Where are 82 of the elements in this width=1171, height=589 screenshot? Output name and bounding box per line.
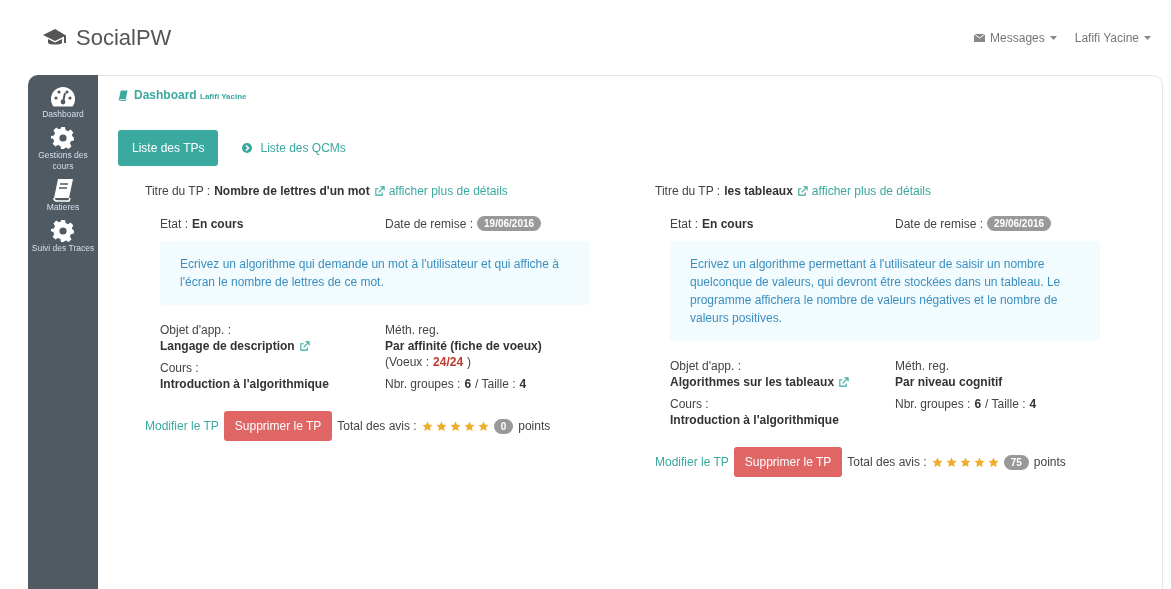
sidebar-item[interactable]: Dashboard: [31, 85, 95, 121]
objet-label: Objet d'app. :: [160, 323, 232, 337]
tab[interactable]: Liste des QCMs: [228, 130, 360, 166]
voeux-label: (Voeux :: [385, 355, 430, 369]
messages-menu[interactable]: Messages: [974, 30, 1057, 45]
modify-link[interactable]: Modifier le TP: [145, 419, 219, 433]
etat-value: En cours: [192, 216, 244, 231]
meth-label: Méth. reg.: [895, 359, 951, 373]
avis-label: Total des avis :: [337, 419, 417, 433]
star-icon: [463, 420, 475, 432]
external-link-icon[interactable]: [838, 376, 850, 388]
date-label: Date de remise :: [895, 216, 984, 231]
taille-value: 4: [1029, 397, 1037, 411]
breadcrumb-title: Dashboard Lafifi Yacine: [134, 88, 247, 102]
user-menu[interactable]: Lafifi Yacine: [1074, 30, 1151, 45]
star-icon: [973, 456, 985, 468]
gauge-icon: [50, 85, 76, 109]
star-icon: [421, 420, 433, 432]
points-badge: 75: [1003, 454, 1029, 470]
brand-name[interactable]: SocialPW: [76, 24, 172, 51]
chevron-circle-icon: [242, 143, 253, 153]
objet-value: Algorithmes sur les tableaux: [670, 375, 835, 389]
meth-value: Par niveau cognitif: [895, 375, 1004, 389]
star-icon: [449, 420, 461, 432]
tp-title: Nombre de lettres d'un mot: [214, 184, 370, 198]
delete-button[interactable]: Supprimer le TP: [223, 411, 333, 441]
cours-value: Introduction à l'algorithmique: [670, 413, 840, 427]
objet-label: Objet d'app. :: [670, 359, 742, 373]
details-link[interactable]: afficher plus de détails: [811, 184, 932, 198]
cours-value: Introduction à l'algorithmique: [160, 377, 330, 391]
delete-button[interactable]: Supprimer le TP: [733, 447, 843, 477]
tp-title: les tableaux: [724, 184, 793, 198]
details-link[interactable]: afficher plus de détails: [388, 184, 508, 198]
objet-value: Langage de description: [160, 339, 295, 353]
date-label: Date de remise :: [385, 216, 474, 231]
title-label: Titre du TP :: [145, 184, 211, 198]
caret-icon: [1049, 35, 1057, 40]
modify-link[interactable]: Modifier le TP: [655, 455, 729, 469]
book-icon: [118, 89, 128, 101]
voeux-end: ): [467, 355, 472, 369]
cours-label: Cours :: [160, 361, 200, 375]
date-badge: 29/06/2016: [987, 216, 1052, 231]
book-icon: [52, 178, 74, 203]
voeux-value: 24/24: [433, 355, 464, 369]
envelope-icon: [974, 33, 986, 42]
points-badge: 0: [493, 418, 514, 434]
etat-label: Etat :: [160, 216, 188, 231]
caret-icon: [1144, 35, 1151, 40]
star-icon: [987, 456, 999, 468]
sidebar-item[interactable]: Suivi des Traces: [31, 219, 95, 255]
etat-value: En cours: [702, 216, 754, 231]
groupes-value: 6: [974, 397, 982, 411]
taille-value: 4: [519, 377, 527, 391]
title-label: Titre du TP :: [655, 184, 721, 198]
description-text: Ecrivez un algorithme qui demande un mot à l'utilisateur et qui affiche à l'écran le nombre de lettres de ce mot.: [160, 241, 590, 305]
groupes-label: Nbr. groupes :: [895, 397, 971, 411]
etat-label: Etat :: [670, 216, 698, 231]
groupes-label: Nbr. groupes :: [385, 377, 461, 391]
groupes-value: 6: [464, 377, 472, 391]
cours-label: Cours :: [670, 397, 710, 411]
star-icon: [435, 420, 447, 432]
tab[interactable]: Liste des TPs: [118, 130, 219, 166]
star-icon: [477, 420, 489, 432]
taille-label: / Taille :: [475, 377, 516, 391]
description-text: Ecrivez un algorithme permettant à l'utilisateur de saisir un nombre quelconque de valeurs, qui devront être stockées dans un tableau. Le programme affichera le nombre de valeurs négatives et le nombre de valeurs positives.: [670, 241, 1100, 341]
star-icon: [931, 456, 943, 468]
date-badge: 19/06/2016: [477, 216, 542, 231]
gear-icon: [51, 219, 75, 244]
star-icon: [959, 456, 971, 468]
meth-value: Par affinité (fiche de voeux): [385, 339, 543, 353]
sidebar-item[interactable]: Matieres: [31, 178, 95, 214]
gear-icon: [51, 126, 75, 151]
external-link-icon[interactable]: [373, 185, 385, 197]
taille-label: / Taille :: [985, 397, 1026, 411]
meth-label: Méth. reg.: [385, 323, 441, 337]
external-link-icon[interactable]: [796, 185, 808, 197]
sidebar-item[interactable]: Gestions des cours: [31, 126, 95, 173]
star-icon: [945, 456, 957, 468]
external-link-icon[interactable]: [298, 340, 310, 352]
avis-label: Total des avis :: [847, 455, 927, 469]
points-label: points: [1033, 455, 1066, 469]
points-label: points: [518, 419, 551, 433]
